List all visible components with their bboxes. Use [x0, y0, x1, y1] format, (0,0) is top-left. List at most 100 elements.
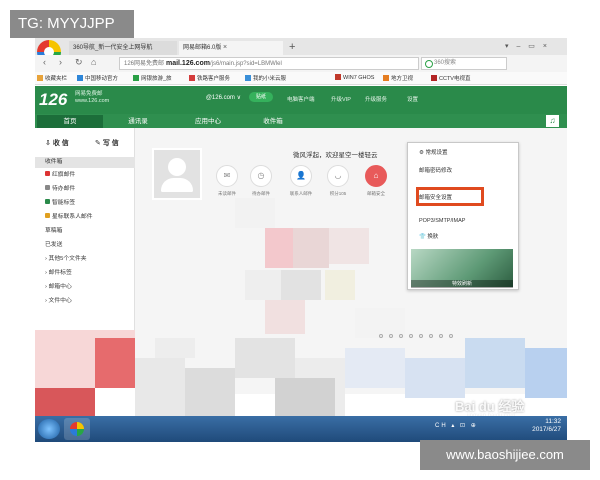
- music-icon[interactable]: ♫: [546, 115, 559, 127]
- window-controls[interactable]: ▾ – ▭ ×: [505, 42, 550, 50]
- folder-label: 红旗邮件: [52, 172, 76, 178]
- sidebar-folder-item[interactable]: › 文件中心: [45, 295, 72, 304]
- bookmark-favicon-icon: [383, 75, 389, 81]
- browser-tab-mail[interactable]: 网易邮箱6.0版 ×: [179, 41, 283, 55]
- sidebar-folder-item[interactable]: › 邮件标签: [45, 267, 72, 276]
- system-tray[interactable]: CH ▴ ⊡ ⊕: [435, 422, 478, 429]
- bookmark-item[interactable]: 我的小米云服: [245, 74, 286, 82]
- back-icon[interactable]: ‹: [43, 57, 46, 67]
- mail-logo[interactable]: 126: [39, 90, 67, 110]
- start-button[interactable]: [38, 419, 60, 439]
- mosaic-block: [95, 338, 135, 388]
- highlight-box: [416, 187, 484, 206]
- menu-item-password[interactable]: 邮箱密码修改: [419, 166, 452, 174]
- sidebar-folder-item[interactable]: 待办邮件: [45, 183, 75, 192]
- tab-app-center[interactable]: 应用中心: [173, 115, 243, 128]
- address-bar[interactable]: 126网易免费邮 mail.126.com/js6/main.jsp?sid=L…: [119, 57, 419, 70]
- bookmark-label: CCTV电视直: [439, 76, 471, 82]
- bookmark-label: 中国移动官方: [85, 76, 119, 82]
- home-icon[interactable]: ⌂: [91, 57, 96, 67]
- bookmark-item[interactable]: 中国移动官方: [77, 74, 118, 82]
- sidebar-folder-item[interactable]: 星标联系人邮件: [45, 211, 93, 220]
- pager-dot[interactable]: [389, 334, 393, 338]
- welcome-message: 微风浮起，欢迎星空一楼轻云: [293, 152, 378, 159]
- folder-label: 已发送: [45, 242, 63, 248]
- bookmark-item[interactable]: 铁路客户服务: [189, 74, 230, 82]
- mosaic-block: [525, 348, 567, 398]
- quick-action-icon[interactable]: ⌂: [365, 165, 387, 187]
- bookmark-item[interactable]: CCTV电视直: [431, 74, 470, 82]
- mosaic-block: [275, 378, 335, 416]
- mosaic-block: [185, 368, 235, 416]
- bookmark-favicon-icon: [335, 74, 341, 80]
- quick-action-icon[interactable]: ◡: [327, 165, 349, 187]
- tab-inbox[interactable]: 收件箱: [245, 115, 301, 128]
- bookmark-favicon-icon: [245, 75, 251, 81]
- reload-icon[interactable]: ↻: [75, 57, 83, 68]
- vip-button[interactable]: 贴纸: [249, 92, 273, 102]
- header-link-settings[interactable]: 设置: [407, 95, 418, 103]
- bookmark-favicon-icon: [189, 75, 195, 81]
- sidebar-folder-item[interactable]: › 其他5个文件夹: [45, 253, 87, 262]
- pager-dot[interactable]: [379, 334, 383, 338]
- header-link-vip[interactable]: 升级VIP: [331, 95, 351, 103]
- quick-action-icon[interactable]: ✉: [216, 165, 238, 187]
- tg-watermark-label: TG: MYYJJPP: [10, 10, 134, 38]
- forward-icon[interactable]: ›: [59, 57, 62, 67]
- bookmark-favicon-icon: [431, 75, 437, 81]
- mosaic-block: [155, 338, 195, 358]
- pager-dot[interactable]: [429, 334, 433, 338]
- bookmark-label: 铁路客户服务: [197, 76, 231, 82]
- browser-tab-360nav[interactable]: 360导航_新一代安全上网导航: [69, 41, 177, 55]
- sidebar-folder-item[interactable]: 草稿箱: [45, 225, 62, 234]
- menu-item-pop3[interactable]: POP3/SMTP/IMAP: [419, 218, 465, 224]
- mosaic-block: [35, 388, 95, 418]
- pager-dot[interactable]: [439, 334, 443, 338]
- pager-dot[interactable]: [409, 334, 413, 338]
- close-icon[interactable]: ×: [223, 44, 227, 51]
- pager-dot[interactable]: [449, 334, 453, 338]
- bookmark-item[interactable]: 网银旅游_旅: [133, 74, 172, 82]
- account-name[interactable]: @126.com ∨: [175, 94, 241, 101]
- header-link-upgrade[interactable]: 升级服务: [365, 95, 387, 103]
- url-domain: mail.126.com: [165, 60, 210, 67]
- sidebar-folder-item[interactable]: 红旗邮件: [45, 169, 75, 178]
- folder-icon: [45, 199, 50, 204]
- bookmark-item[interactable]: WIN7 GHOS: [335, 74, 374, 81]
- receive-label: 收 信: [52, 140, 69, 147]
- bookmark-item[interactable]: 地方卫视: [383, 74, 413, 82]
- folder-label: 收件箱: [45, 159, 63, 165]
- sidebar-folder-item[interactable]: 智能标签: [45, 197, 75, 206]
- tab-contacts[interactable]: 通讯录: [105, 115, 171, 128]
- sidebar-folder-item[interactable]: 收件箱: [35, 157, 135, 168]
- sidebar-folder-item[interactable]: › 邮箱中心: [45, 281, 72, 290]
- bookmark-label: 我的小米云服: [253, 76, 287, 82]
- quick-action-label: 邮箱安全: [367, 191, 385, 196]
- mosaic-block: [235, 338, 295, 378]
- write-mail-button[interactable]: ✎ 写 信: [95, 138, 119, 148]
- menu-label: 换肤: [427, 234, 439, 240]
- menu-item-general-settings[interactable]: ⚙ 常规设置: [419, 148, 447, 156]
- quick-action-icon[interactable]: 👤: [290, 165, 312, 187]
- new-tab-button[interactable]: +: [289, 41, 295, 53]
- pager-dot[interactable]: [399, 334, 403, 338]
- folder-icon: [45, 213, 50, 218]
- logo-sub-line1: 网易免费邮: [75, 91, 103, 97]
- sidebar-folder-item[interactable]: 已发送: [45, 239, 62, 248]
- mosaic-block: [265, 228, 293, 268]
- mosaic-block: [329, 228, 369, 264]
- pager-dot[interactable]: [419, 334, 423, 338]
- quick-action-icon[interactable]: ◷: [250, 165, 272, 187]
- header-link-client[interactable]: 电脑客户端: [287, 95, 315, 103]
- quick-action-label: 积分105: [329, 191, 347, 196]
- url-path: /js6/main.jsp?sid=LBMWlel: [209, 61, 282, 67]
- search-input[interactable]: 360搜索: [421, 57, 507, 70]
- menu-item-skin[interactable]: 👕 换肤: [419, 232, 438, 240]
- receive-mail-button[interactable]: ⇩ 收 信: [45, 138, 69, 148]
- clock[interactable]: 11:32 2017/6/27: [523, 418, 561, 434]
- folder-label: 待办邮件: [52, 186, 76, 192]
- avatar-head-shape: [168, 158, 186, 176]
- bookmark-item[interactable]: 收藏夹栏: [37, 74, 67, 82]
- quick-action-label: 未读邮件: [218, 191, 236, 196]
- tab-home[interactable]: 首页: [37, 115, 103, 128]
